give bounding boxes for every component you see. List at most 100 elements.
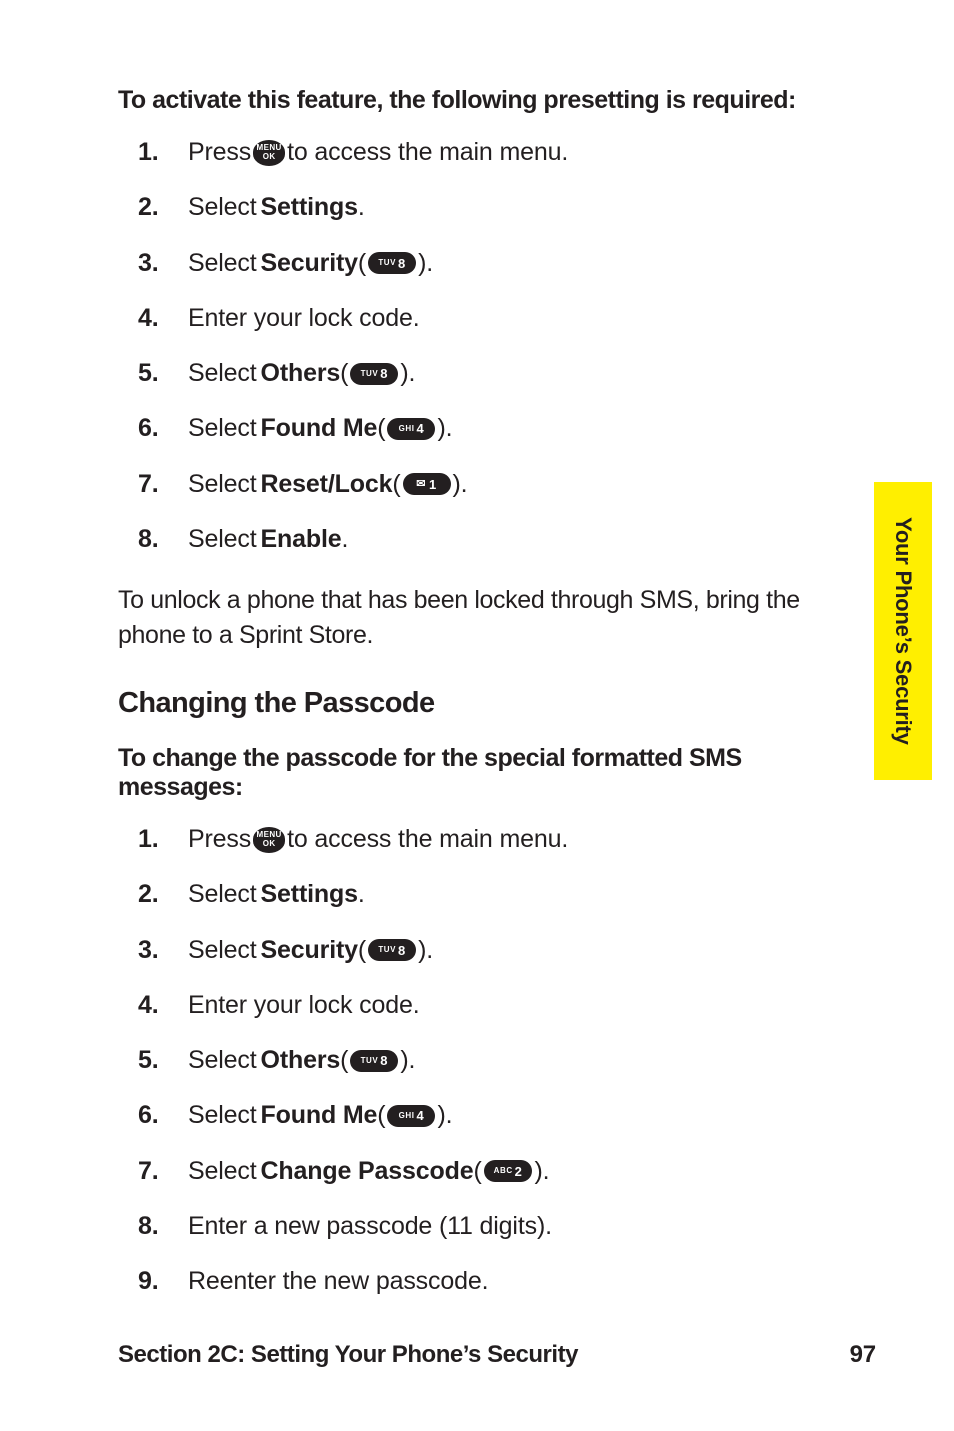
text: . <box>342 524 349 555</box>
text: to access the main menu. <box>287 137 568 168</box>
step-6: Select Found Me ( GHI 4 ). <box>138 413 836 444</box>
text: Press <box>188 824 251 855</box>
step-8: Select Enable . <box>138 524 836 555</box>
text: Select <box>188 524 257 555</box>
step-2: Select Settings . <box>138 192 836 223</box>
step-4: Enter your lock code. <box>138 990 836 1021</box>
menu-name: Security <box>261 248 358 279</box>
menu-ok-key-icon: MENU OK <box>253 827 285 853</box>
text: ( <box>474 1156 482 1187</box>
step-2: Select Settings . <box>138 879 836 910</box>
side-tab: Your Phone’s Security <box>874 482 932 780</box>
text: Enter your lock code. <box>188 303 419 334</box>
step-7: Select Change Passcode ( ABC 2 ). <box>138 1156 836 1187</box>
text: Select <box>188 935 257 966</box>
key-4-icon: GHI 4 <box>387 1105 435 1127</box>
key-digit: 4 <box>417 1109 425 1122</box>
key-label: MENU <box>257 831 282 839</box>
text: Select <box>188 1045 257 1076</box>
unlock-note: To unlock a phone that has been locked t… <box>118 583 836 653</box>
key-label: OK <box>263 840 276 848</box>
text: . <box>358 879 365 910</box>
step-5: Select Others ( TUV 8 ). <box>138 358 836 389</box>
text: Press <box>188 137 251 168</box>
text: ( <box>340 1045 348 1076</box>
key-sup: TUV <box>361 370 379 378</box>
menu-name: Reset/Lock <box>261 469 393 500</box>
key-sup: TUV <box>361 1057 379 1065</box>
menu-name: Others <box>261 1045 341 1076</box>
key-sup: TUV <box>378 259 396 267</box>
text: ( <box>340 358 348 389</box>
step-1: Press MENU OK to access the main menu. <box>138 824 836 855</box>
text: . <box>358 192 365 223</box>
text: Select <box>188 469 257 500</box>
text: ( <box>392 469 400 500</box>
key-digit: 8 <box>398 257 406 270</box>
text: Select <box>188 248 257 279</box>
text: ). <box>418 935 433 966</box>
key-sup: GHI <box>399 425 415 433</box>
text: ). <box>400 1045 415 1076</box>
key-2-icon: ABC 2 <box>484 1160 533 1182</box>
footer-section: Section 2C: Setting Your Phone’s Securit… <box>118 1341 578 1369</box>
intro-change: To change the passcode for the special f… <box>118 744 836 802</box>
page-content: To activate this feature, the following … <box>0 0 954 1297</box>
step-1: Press MENU OK to access the main menu. <box>138 137 836 168</box>
steps-change: Press MENU OK to access the main menu. S… <box>138 824 836 1297</box>
text: Select <box>188 1100 257 1131</box>
text: ( <box>377 413 385 444</box>
step-8: Enter a new passcode (11 digits). <box>138 1211 836 1242</box>
text: Reenter the new passcode. <box>188 1266 488 1297</box>
key-8-icon: TUV 8 <box>350 363 398 385</box>
menu-name: Enable <box>261 524 342 555</box>
key-8-icon: TUV 8 <box>368 252 416 274</box>
step-4: Enter your lock code. <box>138 303 836 334</box>
text: Select <box>188 413 257 444</box>
key-8-icon: TUV 8 <box>368 939 416 961</box>
text: Select <box>188 358 257 389</box>
text: ). <box>437 1100 452 1131</box>
step-6: Select Found Me ( GHI 4 ). <box>138 1100 836 1131</box>
page-footer: Section 2C: Setting Your Phone’s Securit… <box>118 1341 876 1369</box>
key-digit: 8 <box>398 944 406 957</box>
step-3: Select Security ( TUV 8 ). <box>138 935 836 966</box>
text: Enter a new passcode (11 digits). <box>188 1211 552 1242</box>
key-sup: TUV <box>378 946 396 954</box>
page-number: 97 <box>850 1341 876 1369</box>
key-sup: ABC <box>494 1167 513 1175</box>
key-4-icon: GHI 4 <box>387 418 435 440</box>
mail-icon: ✉ <box>416 479 426 490</box>
text: ). <box>534 1156 549 1187</box>
menu-name: Found Me <box>261 1100 378 1131</box>
side-tab-label: Your Phone’s Security <box>890 517 916 745</box>
text: ). <box>437 413 452 444</box>
step-3: Select Security ( TUV 8 ). <box>138 248 836 279</box>
subheading-change-passcode: Changing the Passcode <box>118 687 836 720</box>
key-8-icon: TUV 8 <box>350 1050 398 1072</box>
key-label: MENU <box>257 144 282 152</box>
step-5: Select Others ( TUV 8 ). <box>138 1045 836 1076</box>
key-label: OK <box>263 153 276 161</box>
menu-name: Change Passcode <box>261 1156 474 1187</box>
menu-name: Settings <box>261 879 358 910</box>
step-7: Select Reset/Lock ( ✉ 1 ). <box>138 469 836 500</box>
key-digit: 4 <box>417 422 425 435</box>
menu-name: Settings <box>261 192 358 223</box>
key-digit: 2 <box>515 1165 523 1178</box>
key-digit: 8 <box>380 367 388 380</box>
text: ( <box>358 935 366 966</box>
text: Select <box>188 879 257 910</box>
text: Select <box>188 1156 257 1187</box>
text: ). <box>400 358 415 389</box>
text: ). <box>418 248 433 279</box>
menu-ok-key-icon: MENU OK <box>253 140 285 166</box>
key-sup: GHI <box>399 1112 415 1120</box>
text: ( <box>377 1100 385 1131</box>
text: ). <box>453 469 468 500</box>
menu-name: Security <box>261 935 358 966</box>
step-9: Reenter the new passcode. <box>138 1266 836 1297</box>
steps-activate: Press MENU OK to access the main menu. S… <box>138 137 836 555</box>
text: to access the main menu. <box>287 824 568 855</box>
text: Select <box>188 192 257 223</box>
